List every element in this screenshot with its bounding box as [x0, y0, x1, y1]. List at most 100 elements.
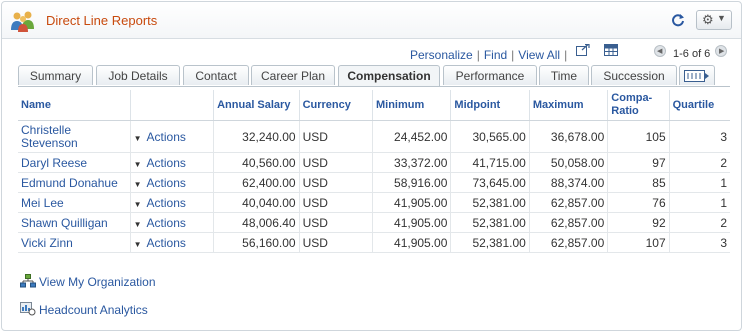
- maximum: 62,857.00: [529, 212, 609, 233]
- employee-name-link[interactable]: Christelle Stevenson: [18, 120, 131, 153]
- table-header-row: Name Annual Salary Currency Minimum Midp…: [18, 90, 730, 121]
- employee-name-link[interactable]: Vicki Zinn: [18, 232, 131, 253]
- find-link[interactable]: Find: [484, 48, 507, 62]
- grid-toolbar: Personalize | Find | View All |: [410, 48, 568, 62]
- caret-down-icon: ▼: [133, 239, 142, 249]
- actions-menu[interactable]: ▼ Actions: [130, 172, 215, 193]
- currency: USD: [299, 232, 373, 253]
- quartile: 3: [669, 232, 730, 253]
- currency: USD: [299, 172, 373, 193]
- col-actions: [130, 90, 215, 121]
- annual-salary: 56,160.00: [213, 232, 300, 253]
- annual-salary: 62,400.00: [213, 172, 300, 193]
- midpoint: 41,715.00: [450, 152, 530, 173]
- pager-status: 1-6 of 6: [673, 48, 711, 60]
- maximum: 50,058.00: [529, 152, 609, 173]
- caret-down-icon: ▼: [133, 219, 142, 229]
- employee-name-link[interactable]: Mei Lee: [18, 192, 131, 213]
- annual-salary: 48,006.40: [213, 212, 300, 233]
- pagelet-title: Direct Line Reports: [46, 13, 158, 28]
- compa-ratio: 92: [607, 212, 670, 233]
- quartile: 1: [669, 172, 730, 193]
- annual-salary: 32,240.00: [213, 120, 300, 153]
- midpoint: 52,381.00: [450, 232, 530, 253]
- headcount-analytics-link[interactable]: Headcount Analytics: [20, 302, 148, 317]
- col-quartile[interactable]: Quartile: [669, 90, 730, 121]
- org-chart-icon: [20, 274, 36, 288]
- new-window-icon[interactable]: [576, 44, 590, 56]
- col-annual-salary[interactable]: Annual Salary: [213, 90, 300, 121]
- download-grid-icon[interactable]: [604, 44, 618, 56]
- table-row: Edmund Donahue ▼ Actions 62,400.00 USD 58…: [18, 172, 730, 193]
- quartile: 1: [669, 192, 730, 213]
- table-row: Christelle Stevenson ▼ Actions 32,240.00 U…: [18, 120, 730, 153]
- col-midpoint[interactable]: Midpoint: [450, 90, 530, 121]
- headcount-analytics-label: Headcount Analytics: [39, 303, 148, 317]
- employee-name-link[interactable]: Daryl Reese: [18, 152, 131, 173]
- tab-time[interactable]: Time: [539, 65, 589, 85]
- show-all-columns-icon: [684, 70, 709, 82]
- show-all-columns-tab[interactable]: [679, 65, 715, 85]
- col-name[interactable]: Name: [18, 90, 131, 121]
- view-my-organization-label: View My Organization: [39, 275, 156, 289]
- compa-ratio: 85: [607, 172, 670, 193]
- settings-menu-button[interactable]: ⚙ ▼: [696, 10, 732, 30]
- caret-down-icon: ▼: [133, 133, 142, 143]
- chevron-down-icon: ▼: [717, 13, 726, 23]
- personalize-link[interactable]: Personalize: [410, 48, 473, 62]
- midpoint: 52,381.00: [450, 212, 530, 233]
- tab-summary[interactable]: Summary: [18, 65, 93, 85]
- employee-name-link[interactable]: Edmund Donahue: [18, 172, 131, 193]
- tab-job-details[interactable]: Job Details: [96, 65, 180, 85]
- employee-name-link[interactable]: Shawn Quilligan: [18, 212, 131, 233]
- caret-down-icon: ▼: [133, 159, 142, 169]
- view-all-link[interactable]: View All: [518, 48, 560, 62]
- col-currency[interactable]: Currency: [299, 90, 373, 121]
- tab-performance[interactable]: Performance: [443, 65, 537, 85]
- col-compa-ratio[interactable]: Compa- Ratio: [607, 90, 670, 121]
- maximum: 62,857.00: [529, 232, 609, 253]
- actions-menu[interactable]: ▼ Actions: [130, 232, 215, 253]
- actions-menu[interactable]: ▼ Actions: [130, 212, 215, 233]
- compa-ratio: 107: [607, 232, 670, 253]
- tab-succession[interactable]: Succession: [591, 65, 677, 85]
- col-minimum[interactable]: Minimum: [372, 90, 452, 121]
- compa-ratio: 97: [607, 152, 670, 173]
- midpoint: 52,381.00: [450, 192, 530, 213]
- view-my-organization-link[interactable]: View My Organization: [20, 274, 156, 289]
- tab-underline: [18, 86, 730, 87]
- people-icon: [11, 11, 34, 32]
- minimum: 41,905.00: [372, 232, 452, 253]
- midpoint: 30,565.00: [450, 120, 530, 153]
- refresh-icon[interactable]: [671, 13, 685, 27]
- currency: USD: [299, 120, 373, 153]
- caret-down-icon: ▼: [133, 199, 142, 209]
- gear-icon: ⚙: [702, 12, 714, 27]
- maximum: 36,678.00: [529, 120, 609, 153]
- annual-salary: 40,040.00: [213, 192, 300, 213]
- quartile: 2: [669, 152, 730, 173]
- first-page-button[interactable]: ◀: [654, 45, 666, 57]
- table-row: Mei Lee ▼ Actions 40,040.00 USD 41,905.00…: [18, 192, 730, 213]
- tab-career-plan[interactable]: Career Plan: [251, 65, 335, 85]
- quartile: 2: [669, 212, 730, 233]
- caret-down-icon: ▼: [133, 179, 142, 189]
- table-row: Daryl Reese ▼ Actions 40,560.00 USD 33,37…: [18, 152, 730, 173]
- currency: USD: [299, 192, 373, 213]
- minimum: 41,905.00: [372, 192, 452, 213]
- table-row: Vicki Zinn ▼ Actions 56,160.00 USD 41,905…: [18, 232, 730, 253]
- next-page-button[interactable]: ▶: [715, 45, 727, 57]
- currency: USD: [299, 152, 373, 173]
- tab-contact[interactable]: Contact: [183, 65, 249, 85]
- currency: USD: [299, 212, 373, 233]
- table-row: Shawn Quilligan ▼ Actions 48,006.40 USD 4…: [18, 212, 730, 233]
- minimum: 41,905.00: [372, 212, 452, 233]
- analytics-icon: [20, 302, 36, 316]
- actions-menu[interactable]: ▼ Actions: [130, 192, 215, 213]
- compensation-grid: Name Annual Salary Currency Minimum Midp…: [18, 90, 730, 253]
- actions-menu[interactable]: ▼ Actions: [130, 152, 215, 173]
- actions-menu[interactable]: ▼ Actions: [130, 120, 215, 153]
- annual-salary: 40,560.00: [213, 152, 300, 173]
- col-maximum[interactable]: Maximum: [529, 90, 609, 121]
- tab-compensation[interactable]: Compensation: [338, 65, 440, 87]
